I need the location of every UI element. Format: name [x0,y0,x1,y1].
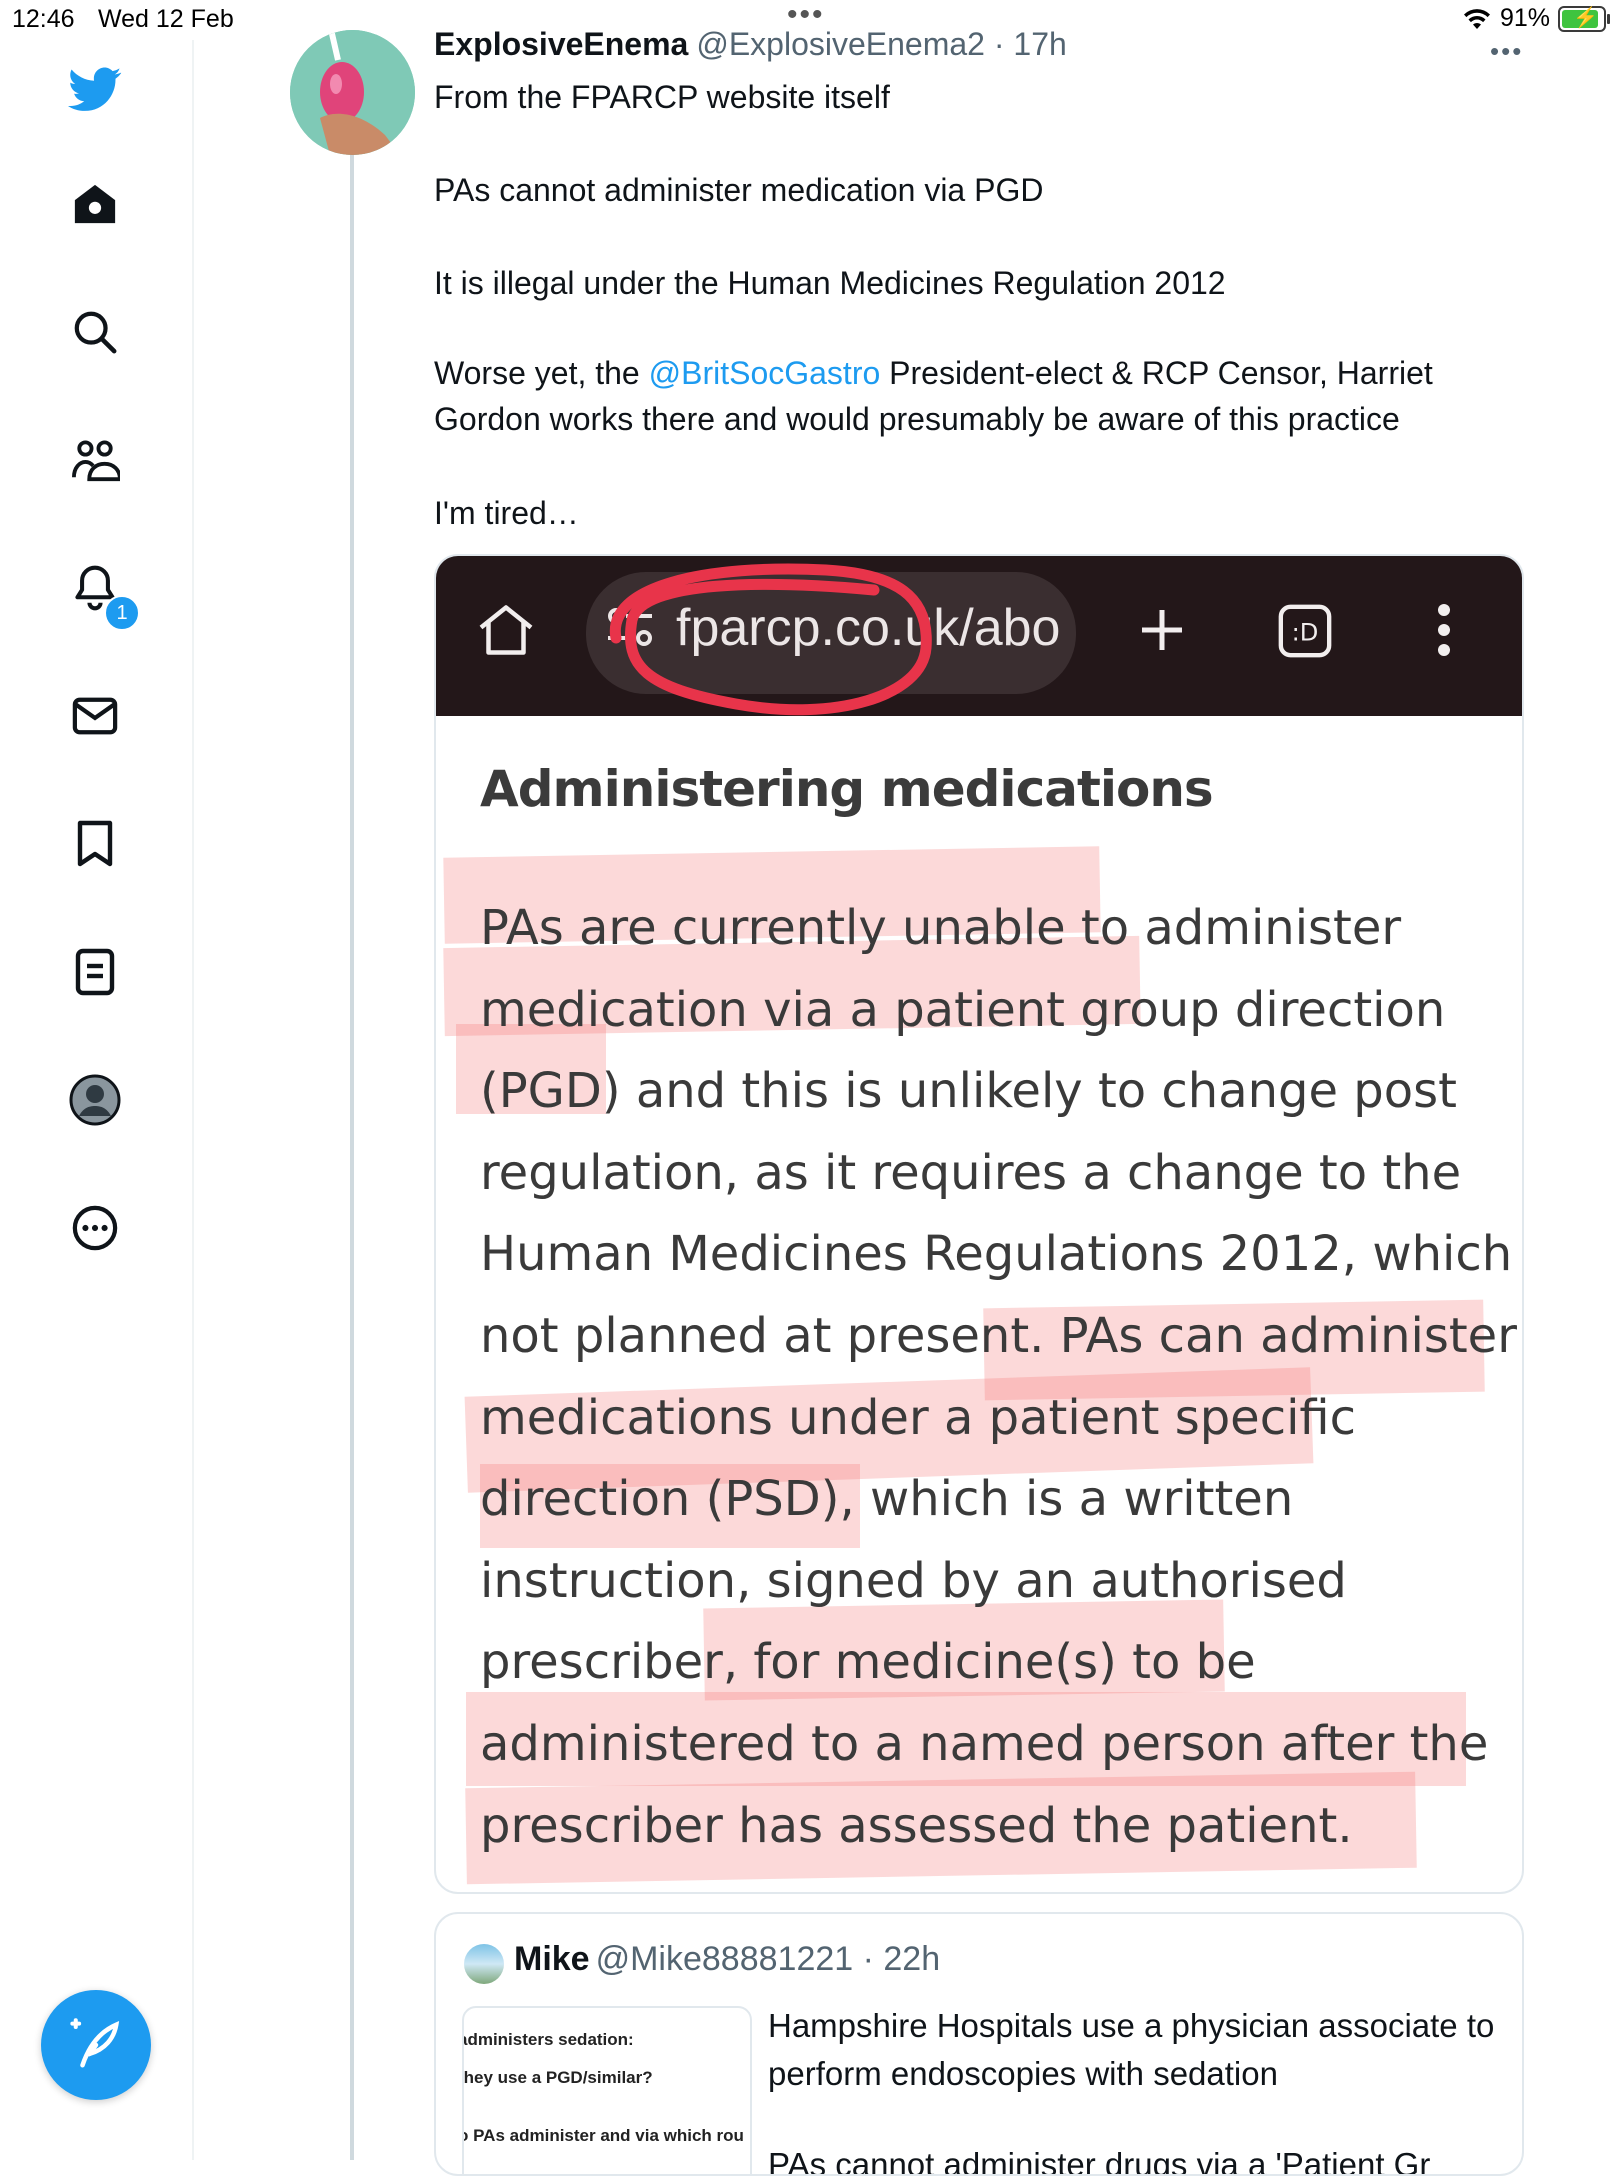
red-circle-annotation [609,563,932,716]
communities-icon[interactable] [67,432,123,488]
tab-switcher-icon: :D [1278,604,1332,658]
new-tab-icon [1142,610,1182,650]
browser-toolbar: fparcp.co.uk/abo :D [436,556,1522,716]
thumb-line: they use a PGD/similar? [462,2068,653,2087]
quote-image-thumbnail[interactable]: administers sedation: they use a PGD/sim… [462,2006,752,2174]
author-handle[interactable]: @ExplosiveEnema2 · 17h [696,26,1066,62]
body-line: (PGD) and this is unlikely to change pos… [480,1063,1457,1120]
bookmarks-icon[interactable] [67,816,123,872]
tweet-header: ExplosiveEnema @ExplosiveEnema2 · 17h [434,26,1067,63]
compose-tweet-icon [70,2018,120,2068]
body-line: Human Medicines Regulations 2012, which … [480,1226,1524,1283]
quote-text-more: PAs cannot administer drugs via a 'Patie… [768,2146,1431,2176]
tweet-line-2: PAs cannot administer medication via PGD [434,172,1044,208]
quote-author-avatar [464,1944,504,1984]
status-time: 12:46 [12,5,75,33]
thread-line [350,152,354,2160]
tweet-paragraph-worse: Worse yet, the @BritSocGastro President-… [434,350,1514,442]
notification-badge: 1 [104,595,140,631]
quote-header: Mike @Mike88881221 · 22h [514,1940,940,1979]
author-name[interactable]: ExplosiveEnema [434,26,688,62]
mention-link[interactable]: @BritSocGastro [649,355,881,391]
lists-icon[interactable] [67,944,123,1000]
author-avatar[interactable] [290,30,415,155]
body-line: PAs are currently unable to administer [480,900,1402,956]
section-title: Administering medications [480,760,1214,818]
compose-tweet-button[interactable] [41,1990,151,2100]
body-line: medication via a patient group direction [480,981,1446,1038]
profile-icon[interactable] [67,1072,123,1128]
wifi-icon [1463,8,1490,29]
quote-text: Hampshire Hospitals use a physician asso… [768,2007,1495,2092]
status-date: Wed 12 Feb [98,5,234,33]
svg-text::D: :D [1292,619,1319,647]
body-line: administered to a named person after the [480,1715,1489,1772]
body-line: prescriber, for medicine(s) to be [480,1634,1256,1691]
tweet-line-3: It is illegal under the Human Medicines … [434,265,1226,301]
body-line: not planned at present. PAs can administ… [480,1307,1517,1364]
messages-icon[interactable] [67,688,123,744]
status-right: 91% ⚡ [1462,4,1610,33]
quote-author-name: Mike [514,1940,590,1978]
more-icon[interactable] [67,1200,123,1256]
charging-bolt-icon: ⚡ [1573,6,1598,29]
twitter-logo-icon[interactable] [67,62,123,118]
tweet-last-line: I'm tired… [434,495,579,531]
attached-image[interactable]: fparcp.co.uk/abo :D Administering medica… [434,554,1524,1894]
tweet-line-1: From the FPARCP website itself [434,79,890,115]
search-icon[interactable] [67,304,123,360]
body-line: regulation, as it requires a change to t… [480,1144,1462,1201]
tweet-worse-pre: Worse yet, the [434,355,649,391]
tweet-more-icon[interactable]: ••• [1490,36,1523,67]
thumb-line: administers sedation: [462,2030,634,2049]
section-body: PAs are currently unable to administer m… [480,888,1524,1867]
battery-icon: ⚡ [1558,5,1610,32]
browser-home-icon [479,605,533,655]
body-line: instruction, signed by an authorised [480,1552,1347,1609]
quoted-tweet[interactable]: Mike @Mike88881221 · 22h administers seda… [434,1912,1524,2176]
thumb-line: o PAs administer and via which rou [462,2126,744,2145]
body-line: medications under a patient specific [480,1389,1357,1446]
body-line: prescriber has assessed the patient. [480,1797,1353,1854]
battery-percent: 91% [1499,4,1550,32]
home-icon[interactable] [67,176,123,232]
sidebar: 1 [0,40,194,2160]
browser-menu-icon [1438,604,1450,656]
quote-author-handle: @Mike88881221 · 22h [595,1940,941,1978]
body-line: direction (PSD), which is a written [480,1471,1294,1528]
